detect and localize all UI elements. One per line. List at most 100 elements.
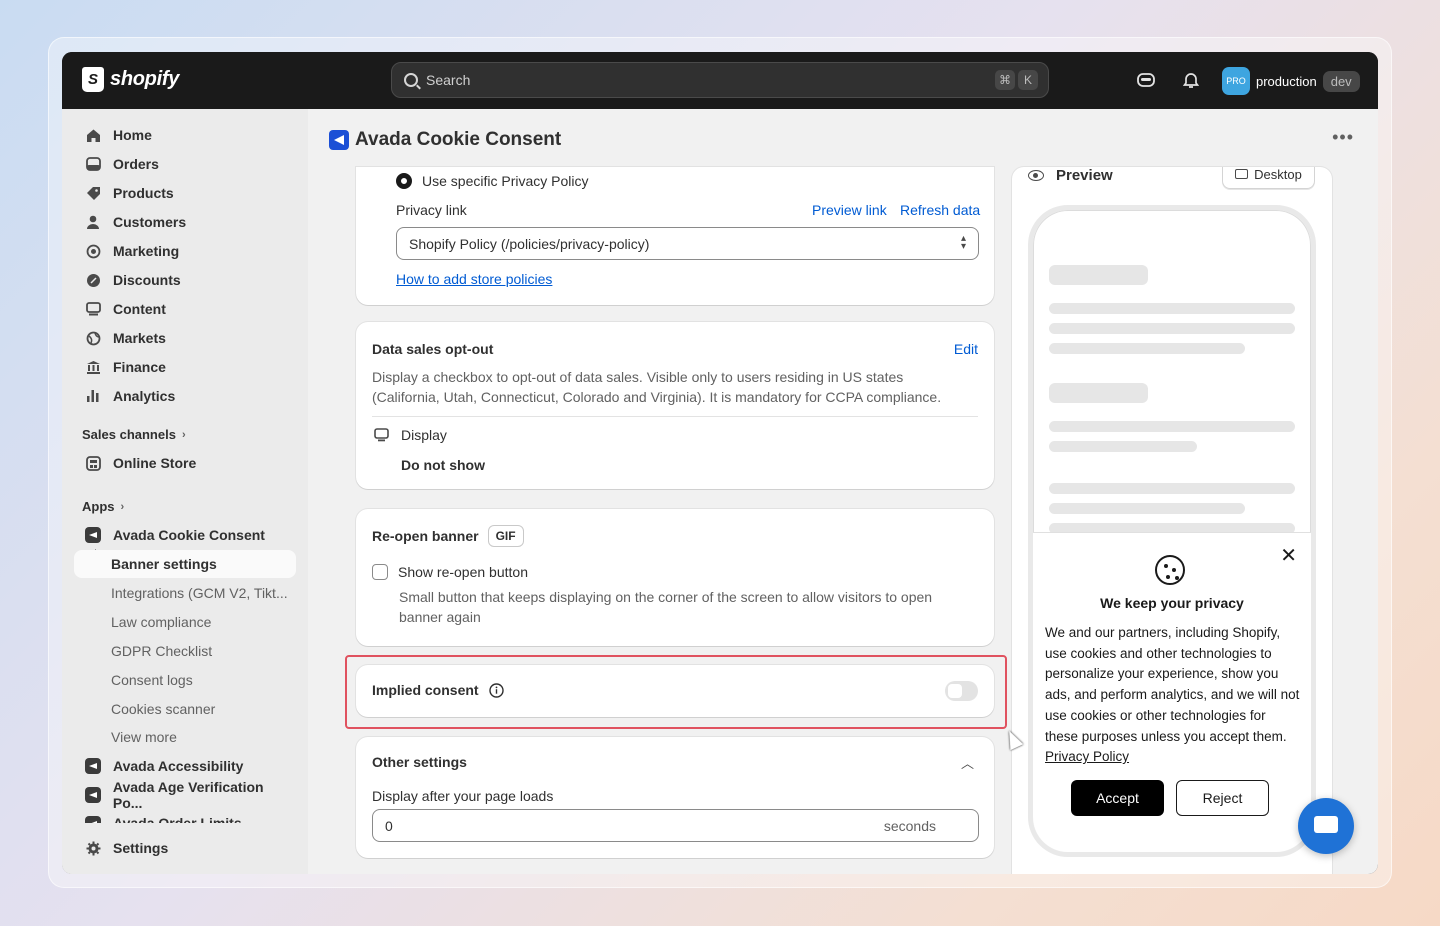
sidebar-item-label: Banner settings — [111, 556, 217, 572]
sidebar-item-marketing[interactable]: Marketing — [74, 237, 296, 265]
sidebar-item-orders[interactable]: Orders — [74, 150, 296, 178]
sidebar-item-gdpr-checklist[interactable]: GDPR Checklist — [74, 637, 296, 665]
privacy-policy-card: Use specific Privacy Policy Privacy link… — [356, 167, 994, 305]
accept-button[interactable]: Accept — [1071, 780, 1164, 816]
privacy-radio-option[interactable]: Use specific Privacy Policy — [396, 173, 589, 189]
sidebar-item-cookies-scanner[interactable]: Cookies scanner — [74, 695, 296, 723]
home-icon — [84, 126, 102, 144]
sidebar-item-label: Analytics — [113, 388, 176, 404]
card-title: Data sales opt-out — [372, 341, 494, 357]
privacy-policy-select[interactable]: Shopify Policy (/policies/privacy-policy… — [396, 227, 979, 260]
apps-label: Apps — [82, 499, 115, 514]
sidebar-item-consent-logs[interactable]: Consent logs — [74, 666, 296, 694]
kbd-cmd-key: ⌘ — [995, 70, 1015, 90]
divider — [372, 416, 978, 417]
sidebar-item-integrations[interactable]: Integrations (GCM V2, Tikt... — [74, 579, 296, 607]
sidebar-item-avada-accessibility[interactable]: Avada Accessibility — [74, 752, 296, 780]
sidebar-item-label: Discounts — [113, 272, 181, 288]
card-title: Re-open banner — [372, 528, 479, 544]
refresh-data-link[interactable]: Refresh data — [900, 202, 980, 218]
preview-title: Preview — [1056, 167, 1113, 184]
sidebar-item-finance[interactable]: Finance — [74, 353, 296, 381]
privacy-link-label: Privacy link — [396, 202, 467, 218]
sidebar-item-banner-settings[interactable]: Banner settings — [74, 550, 296, 578]
phone-mockup: ✕ We keep your privacy We and our partne… — [1028, 205, 1316, 857]
highlight-box — [345, 655, 1007, 729]
chevron-up-icon[interactable]: ︿ — [961, 753, 974, 772]
top-bar: shopify Search ⌘ K PRO production dev — [62, 52, 1378, 109]
reopen-checkbox[interactable] — [372, 564, 388, 580]
avada-cookie-consent-app-icon — [84, 526, 102, 544]
avada-app-icon — [84, 787, 101, 803]
eye-icon — [1028, 170, 1044, 181]
sidebar-item-avada-cookie-consent[interactable]: Avada Cookie Consent — [74, 521, 296, 549]
checkbox-label: Show re-open button — [398, 564, 528, 580]
radio-selected[interactable] — [396, 173, 412, 189]
gif-tag[interactable]: GIF — [487, 525, 524, 547]
sidebar-item-label: Customers — [113, 214, 187, 230]
sidebar-item-content[interactable]: Content — [74, 295, 296, 323]
search-input[interactable]: Search ⌘ K — [391, 62, 1049, 98]
input-suffix: seconds — [883, 817, 936, 834]
delay-seconds-input[interactable]: 0 seconds — [372, 809, 979, 842]
bar-chart-icon — [84, 387, 102, 405]
search-icon — [404, 73, 418, 87]
desktop-label: Desktop — [1254, 167, 1302, 182]
reopen-help-text: Small button that keeps displaying on th… — [399, 589, 933, 625]
cookie-icon — [1155, 555, 1185, 585]
sidebar-item-label: Integrations (GCM V2, Tikt... — [111, 585, 288, 601]
person-icon — [84, 213, 102, 231]
skeleton-block — [1049, 383, 1148, 403]
add-store-policies-link[interactable]: How to add store policies — [396, 271, 552, 287]
cookie-banner-body: We and our partners, including Shopify, … — [1045, 625, 1300, 744]
close-icon[interactable]: ✕ — [1280, 543, 1297, 568]
sidebar-item-label: Cookies scanner — [111, 701, 216, 717]
shopify-logo[interactable]: shopify — [82, 67, 179, 92]
sidebar-item-products[interactable]: Products — [74, 179, 296, 207]
more-actions-icon[interactable]: ••• — [1332, 127, 1354, 148]
admin-window: shopify Search ⌘ K PRO production dev Ho… — [62, 52, 1378, 874]
sidebar-item-discounts[interactable]: Discounts — [74, 266, 296, 294]
preview-link[interactable]: Preview link — [812, 202, 887, 218]
sidebar-item-label: Settings — [113, 840, 169, 856]
sidebar-item-settings[interactable]: Settings — [74, 834, 296, 862]
chat-support-button[interactable] — [1298, 798, 1354, 854]
chevron-right-icon: › — [120, 500, 125, 513]
sidekick-icon[interactable] — [1136, 70, 1156, 90]
privacy-policy-link[interactable]: Privacy Policy — [1045, 749, 1129, 764]
input-value: 0 — [385, 817, 393, 834]
sidebar-item-online-store[interactable]: Online Store — [74, 449, 296, 477]
select-chevron-icon: ▴ ▾ — [960, 233, 966, 252]
bell-icon[interactable] — [1181, 70, 1201, 90]
reject-button[interactable]: Reject — [1176, 780, 1269, 816]
avada-app-icon — [85, 816, 101, 823]
reopen-checkbox-row[interactable]: Show re-open button — [372, 564, 528, 580]
preview-header: Preview — [1028, 167, 1113, 184]
store-switcher[interactable]: PRO production dev — [1222, 66, 1360, 96]
apps-heading[interactable]: Apps › — [82, 499, 124, 514]
gear-icon — [84, 839, 102, 857]
skeleton-line — [1049, 303, 1295, 314]
tag-icon — [84, 184, 102, 202]
sidebar-item-avada-order-limits[interactable]: Avada Order Limits — [74, 809, 296, 823]
cookie-banner-text: We and our partners, including Shopify, … — [1045, 623, 1301, 768]
desktop-toggle-button[interactable]: Desktop — [1222, 167, 1315, 189]
sidebar-item-avada-age-verification[interactable]: Avada Age Verification Po... — [74, 779, 296, 811]
sidebar-item-home[interactable]: Home — [74, 121, 296, 149]
sales-channels-heading[interactable]: Sales channels › — [82, 427, 186, 442]
sidebar-item-label: Avada Age Verification Po... — [112, 779, 264, 811]
sidebar-item-customers[interactable]: Customers — [74, 208, 296, 236]
sidebar-item-label: Avada Order Limits — [113, 815, 242, 823]
radio-label: Use specific Privacy Policy — [422, 173, 589, 189]
skeleton-line — [1049, 441, 1197, 452]
monitor-icon — [374, 428, 389, 442]
sidebar-item-markets[interactable]: Markets — [74, 324, 296, 352]
sidebar-item-label: Avada Cookie Consent — [113, 527, 265, 543]
sidebar-item-law-compliance[interactable]: Law compliance — [74, 608, 296, 636]
avada-app-icon — [329, 130, 349, 150]
chevron-right-icon: › — [181, 428, 186, 441]
edit-link[interactable]: Edit — [954, 341, 978, 357]
sidebar-item-view-more[interactable]: View more — [74, 723, 296, 751]
sidebar-item-analytics[interactable]: Analytics — [74, 382, 296, 410]
sidebar-item-label: Products — [113, 185, 174, 201]
